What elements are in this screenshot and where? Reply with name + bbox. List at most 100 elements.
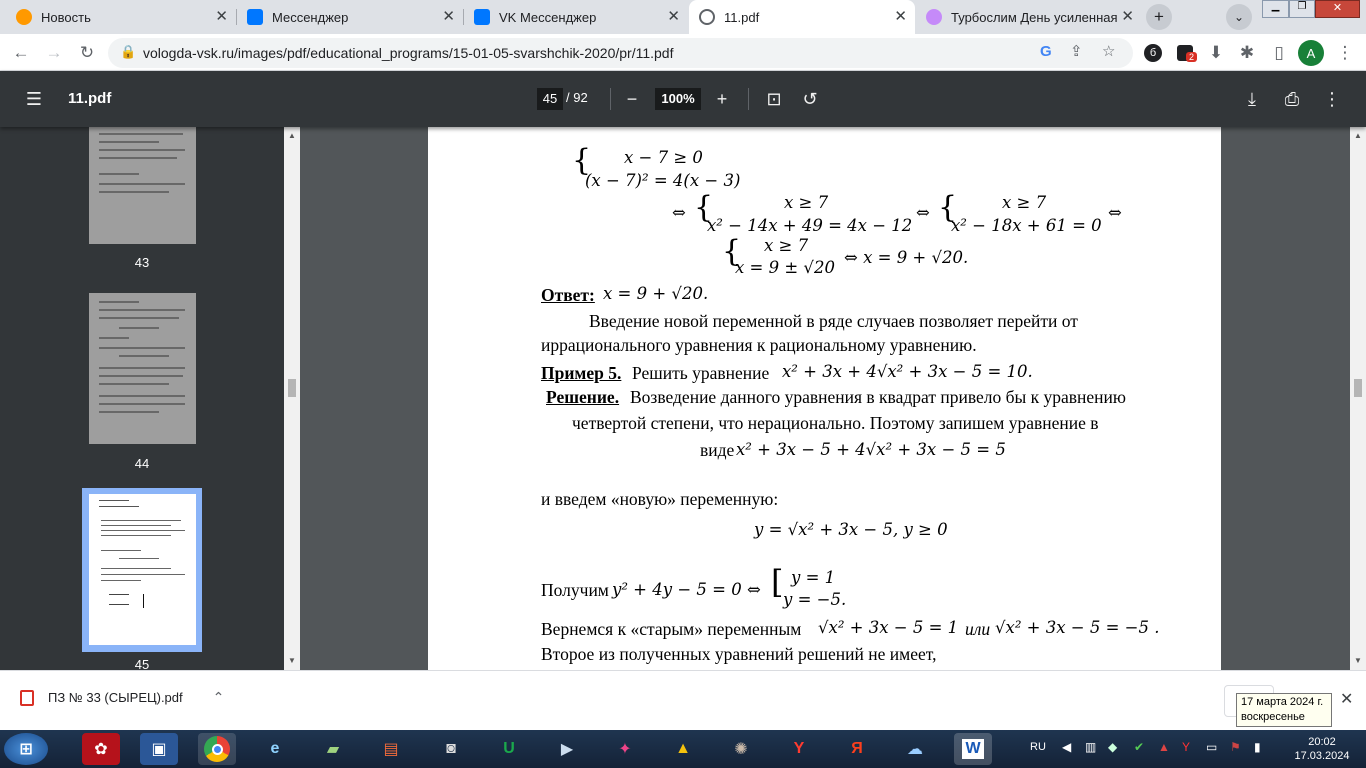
close-icon[interactable]: ✕ [894, 9, 907, 25]
chevron-up-icon[interactable]: ⌃ [213, 689, 225, 706]
triangle-app-icon[interactable]: ▲ [664, 733, 702, 765]
download-icon[interactable]: ⬇ [1203, 40, 1229, 66]
page-thumbnail-44[interactable] [89, 293, 196, 444]
shield-icon[interactable]: ◆ [1108, 740, 1117, 754]
page-number-input[interactable]: 45 [537, 88, 563, 110]
window-controls: ▁ ❐ ✕ [1262, 0, 1362, 18]
more-actions-icon[interactable]: ⋮ [1320, 87, 1344, 111]
camera-icon[interactable]: ◙ [432, 733, 470, 765]
scroll-thumb[interactable] [1354, 379, 1362, 397]
share-icon[interactable]: ⇪ [1070, 42, 1083, 60]
new-tab-button[interactable]: + [1146, 4, 1172, 30]
page-thumbnail-45[interactable] [89, 494, 196, 645]
scroll-up-arrow-icon[interactable]: ▲ [1354, 131, 1362, 140]
date-tooltip: 17 марта 2024 г. воскресенье [1236, 693, 1332, 727]
paragraph-line: иррационального уравнения к рациональном… [541, 335, 977, 355]
address-bar[interactable]: 🔒 vologda-vsk.ru/images/pdf/educational_… [108, 38, 1133, 68]
scroll-down-arrow-icon[interactable]: ▼ [1354, 656, 1362, 665]
profile-avatar[interactable]: A [1298, 40, 1324, 66]
menu-kebab-icon[interactable]: ⋮ [1332, 40, 1358, 66]
page-thumbnail-43[interactable] [89, 127, 196, 244]
system3-line2: x² − 18x + 61 = 0 [951, 216, 1102, 235]
system-clock[interactable]: 20:02 17.03.2024 [1288, 735, 1356, 763]
check-icon[interactable]: ✔ [1134, 740, 1144, 754]
system2-line1: x ≥ 7 [784, 193, 829, 212]
antivirus-icon[interactable]: ▲ [1158, 740, 1170, 754]
volume-icon[interactable]: ◀ [1062, 740, 1071, 754]
viewer-scrollbar[interactable]: ▲ ▼ [1350, 127, 1366, 670]
print-icon[interactable]: ⎙ [1280, 87, 1304, 111]
zoom-input[interactable]: 100% [655, 88, 701, 110]
close-icon[interactable]: ✕ [1121, 9, 1134, 25]
google-translate-icon[interactable]: G [1040, 43, 1052, 60]
tab-title: Турбослим День усиленная ф [951, 9, 1121, 25]
close-icon[interactable]: ✕ [215, 9, 228, 25]
scroll-up-arrow-icon[interactable]: ▲ [288, 131, 296, 140]
equivalence-symbol: ⇔ [1108, 203, 1122, 222]
tab-messenger[interactable]: Мессенджер ✕ [237, 0, 463, 34]
presentation-icon[interactable]: ▤ [372, 733, 410, 765]
yandex-tray-icon[interactable]: Y [1182, 740, 1190, 754]
fit-to-page-icon[interactable]: ⊡ [762, 87, 786, 111]
tab-novost[interactable]: Новость ✕ [6, 0, 236, 34]
scroll-thumb[interactable] [288, 379, 296, 397]
save-disk-icon[interactable]: ▣ [140, 733, 178, 765]
kaspersky-icon[interactable]: ✦ [606, 733, 644, 765]
forward-icon[interactable]: → [41, 40, 67, 66]
zoom-out-icon[interactable]: − [620, 87, 644, 111]
download-filename: ПЗ № 33 (СЫРЕЦ).pdf [48, 690, 183, 705]
tooltip-date: 17 марта 2024 г. [1241, 696, 1324, 708]
zoom-in-icon[interactable]: + [710, 87, 734, 111]
reload-icon[interactable]: ↻ [74, 40, 100, 66]
solution-line: четвертой степени, что нерационально. По… [572, 413, 1099, 433]
mail-ru-icon [16, 9, 32, 25]
hamburger-menu-icon[interactable]: ☰ [22, 87, 46, 111]
chat-icon [247, 9, 263, 25]
player-icon[interactable]: ▶ [548, 733, 586, 765]
rotate-icon[interactable]: ↺ [798, 87, 822, 111]
tab-turboslim[interactable]: Турбослим День усиленная ф ✕ [916, 0, 1142, 34]
tab-vk-messenger[interactable]: VK Мессенджер ✕ [464, 0, 688, 34]
back-icon[interactable]: ← [8, 40, 34, 66]
yandex-icon[interactable]: Я [838, 733, 876, 765]
yandex-browser-icon[interactable]: Y [780, 733, 818, 765]
network-tray-icon[interactable]: ▥ [1085, 740, 1096, 754]
side-panel-icon[interactable]: ▯ [1266, 40, 1292, 66]
extension-badge-icon[interactable]: 2 [1172, 40, 1198, 66]
download-pdf-icon[interactable]: ⤓ [1240, 87, 1264, 111]
word-icon[interactable]: W [954, 733, 992, 765]
close-icon[interactable]: ✕ [442, 9, 455, 25]
sidebar-scrollbar[interactable]: ▲ ▼ [284, 127, 300, 670]
tab-search-button[interactable]: ⌄ [1226, 4, 1252, 30]
bookmark-star-icon[interactable]: ☆ [1102, 42, 1115, 60]
maximize-button[interactable]: ❐ [1289, 0, 1315, 18]
chrome-icon[interactable] [198, 733, 236, 765]
tab-11-pdf[interactable]: 11.pdf ✕ [689, 0, 915, 34]
language-indicator[interactable]: RU [1030, 741, 1046, 753]
u-icon[interactable]: U [490, 733, 528, 765]
network-icon[interactable]: ☁ [896, 733, 934, 765]
close-window-button[interactable]: ✕ [1315, 0, 1360, 18]
huawei-icon[interactable]: ✿ [82, 733, 120, 765]
display-icon[interactable]: ▭ [1206, 740, 1217, 754]
map-icon[interactable]: ▰ [314, 733, 352, 765]
battery-icon[interactable]: ▮ [1254, 740, 1261, 754]
flag-icon[interactable]: ⚑ [1230, 740, 1241, 754]
start-button[interactable]: ⊞ [4, 733, 48, 765]
extension-icon-b[interactable]: б [1140, 40, 1166, 66]
ie-icon[interactable]: e [256, 733, 294, 765]
thumbnail-sidebar: 43 44 45 ▲ ▼ [0, 127, 300, 670]
lock-icon[interactable]: 🔒 [120, 44, 136, 60]
game-icon[interactable]: ✺ [722, 733, 760, 765]
solution-label: Решение. [546, 387, 620, 407]
system1-line1: x − 7 ≥ 0 [624, 148, 703, 167]
minimize-button[interactable]: ▁ [1262, 0, 1289, 18]
scroll-down-arrow-icon[interactable]: ▼ [288, 656, 296, 665]
pdf-page: { x − 7 ≥ 0 (x − 7)² = 4(x − 3) ⇔ { x ≥ … [428, 127, 1221, 670]
download-item[interactable]: ПЗ № 33 (СЫРЕЦ).pdf ⌃ [20, 689, 224, 706]
close-icon[interactable]: ✕ [667, 9, 680, 25]
extensions-puzzle-icon[interactable]: ✱ [1234, 40, 1260, 66]
globe-icon [699, 9, 715, 25]
close-shelf-icon[interactable]: ✕ [1340, 689, 1353, 709]
equivalence-symbol: ⇔ [672, 203, 686, 222]
